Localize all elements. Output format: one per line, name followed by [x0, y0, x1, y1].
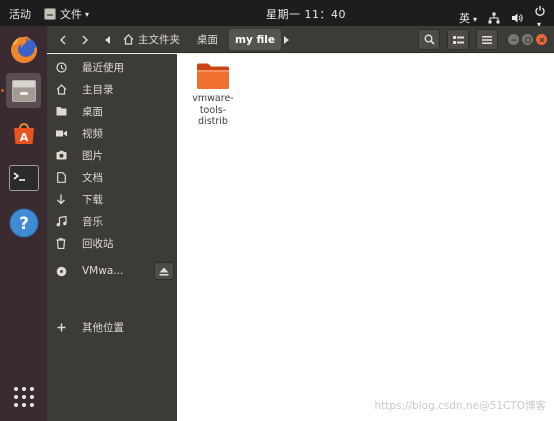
watermark: https://blog.csdn.ne@51CTO博客: [374, 400, 546, 412]
sidebar-item-documents[interactable]: 文档: [47, 167, 177, 187]
sidebar-item-pictures[interactable]: 图片: [47, 145, 177, 165]
home-icon: [123, 34, 134, 45]
activities-button[interactable]: 活动: [9, 6, 31, 22]
menu-button[interactable]: [476, 29, 498, 50]
breadcrumb-current[interactable]: my file: [229, 29, 281, 50]
video-icon: [55, 127, 67, 139]
breadcrumb-current-label: my file: [235, 33, 275, 46]
triangle-right-icon: [284, 35, 289, 44]
dock-terminal[interactable]: [6, 160, 41, 195]
top-panel: 活动 文件 ▾ 星期一 11：40 英 ▾ ▾: [0, 0, 554, 29]
breadcrumb-desktop-label: 桌面: [197, 34, 218, 46]
minimize-icon: [511, 39, 516, 41]
sidebar-item-other-locations[interactable]: 其他位置: [47, 317, 177, 337]
dock-help[interactable]: ?: [6, 205, 41, 240]
sidebar-item-label: 回收站: [82, 237, 114, 250]
search-button[interactable]: [418, 29, 440, 50]
path-scroll-left-button[interactable]: [103, 29, 113, 50]
file-name: vmware- tools- distrib: [192, 93, 234, 127]
maximize-button[interactable]: [522, 34, 533, 45]
sidebar-item-trash[interactable]: 回收站: [47, 233, 177, 253]
files-app-icon: [44, 8, 56, 20]
music-icon: [55, 215, 67, 227]
camera-icon: [55, 149, 67, 161]
sidebar-item-label: 音乐: [82, 215, 103, 228]
places-sidebar: 最近使用 主目录 桌面 视频 图片 文档 下载 音乐 回收站 VMwa... 其…: [47, 54, 177, 421]
file-view[interactable]: vmware- tools- distrib https://blog.csdn…: [177, 54, 554, 421]
hamburger-menu-icon: [482, 35, 492, 44]
close-button[interactable]: [536, 34, 547, 45]
view-toggle-button[interactable]: [447, 29, 469, 50]
volume-icon[interactable]: [511, 12, 523, 24]
breadcrumb-desktop[interactable]: 桌面: [191, 29, 224, 50]
plus-icon: [55, 321, 67, 333]
svg-text:A: A: [19, 131, 28, 144]
back-button[interactable]: [55, 29, 71, 50]
files-window: 主文件夹 桌面 my file 最近使用 主目录 桌面 视频 图片 文档 下载 …: [47, 26, 554, 421]
folder-icon: [55, 105, 67, 117]
sidebar-item-label: 图片: [82, 149, 103, 162]
sidebar-item-label: 其他位置: [82, 321, 124, 334]
eject-button[interactable]: [154, 262, 174, 280]
triangle-left-icon: [105, 35, 110, 44]
dock-firefox[interactable]: [6, 32, 41, 67]
path-scroll-right-button[interactable]: [281, 29, 291, 50]
home-icon: [55, 83, 67, 95]
chevron-right-icon: [82, 35, 88, 44]
list-view-icon: [452, 35, 464, 44]
dock: A ?: [0, 26, 47, 421]
app-menu[interactable]: 文件 ▾: [44, 6, 89, 22]
sidebar-item-downloads[interactable]: 下载: [47, 189, 177, 209]
sidebar-item-desktop[interactable]: 桌面: [47, 101, 177, 121]
orange-folder-icon: [197, 63, 229, 89]
download-icon: [55, 193, 67, 205]
sidebar-item-label: 主目录: [82, 83, 114, 96]
headerbar: 主文件夹 桌面 my file: [47, 26, 554, 53]
breadcrumb-home[interactable]: 主文件夹: [117, 29, 186, 50]
network-icon[interactable]: [488, 12, 500, 24]
app-menu-label: 文件: [60, 8, 82, 21]
sidebar-item-music[interactable]: 音乐: [47, 211, 177, 231]
svg-text:?: ?: [19, 214, 29, 234]
sidebar-item-label: 桌面: [82, 105, 103, 118]
sidebar-item-label: VMwa...: [82, 265, 124, 277]
files-icon: [11, 79, 36, 102]
trash-icon: [55, 237, 67, 249]
dock-show-applications[interactable]: [6, 379, 41, 414]
input-method-label: 英: [458, 11, 470, 25]
disc-icon: [55, 265, 67, 277]
close-icon: [539, 37, 544, 42]
file-item-vmware-tools-distrib[interactable]: vmware- tools- distrib: [189, 62, 237, 128]
dock-ubuntu-software[interactable]: A: [6, 115, 41, 150]
breadcrumb-home-label: 主文件夹: [138, 34, 180, 46]
forward-button[interactable]: [77, 29, 93, 50]
caret-down-icon: ▾: [472, 14, 477, 24]
help-icon: ?: [9, 208, 38, 237]
chevron-left-icon: [60, 35, 66, 44]
caret-down-icon: ▾: [85, 9, 90, 19]
firefox-icon: [10, 35, 37, 63]
sidebar-item-videos[interactable]: 视频: [47, 123, 177, 143]
sidebar-item-label: 最近使用: [82, 61, 124, 74]
input-method-indicator[interactable]: 英 ▾: [459, 10, 477, 26]
eject-icon: [159, 267, 169, 276]
app-grid-icon: [13, 386, 34, 407]
running-indicator: [1, 89, 4, 92]
minimize-button[interactable]: [508, 34, 519, 45]
software-store-icon: A: [13, 122, 34, 144]
document-icon: [55, 171, 67, 183]
dock-files[interactable]: [6, 73, 41, 108]
terminal-icon: [8, 164, 39, 191]
sidebar-item-label: 文档: [82, 171, 103, 184]
sidebar-item-home[interactable]: 主目录: [47, 79, 177, 99]
clock-icon: [55, 61, 67, 73]
search-icon: [424, 34, 435, 45]
sidebar-item-vmware-tools-device[interactable]: VMwa...: [47, 261, 177, 281]
sidebar-item-recent[interactable]: 最近使用: [47, 57, 177, 77]
clock[interactable]: 星期一 11：40: [266, 6, 346, 22]
sidebar-item-label: 视频: [82, 127, 103, 140]
maximize-icon: [524, 36, 531, 43]
sidebar-item-label: 下载: [82, 193, 103, 206]
